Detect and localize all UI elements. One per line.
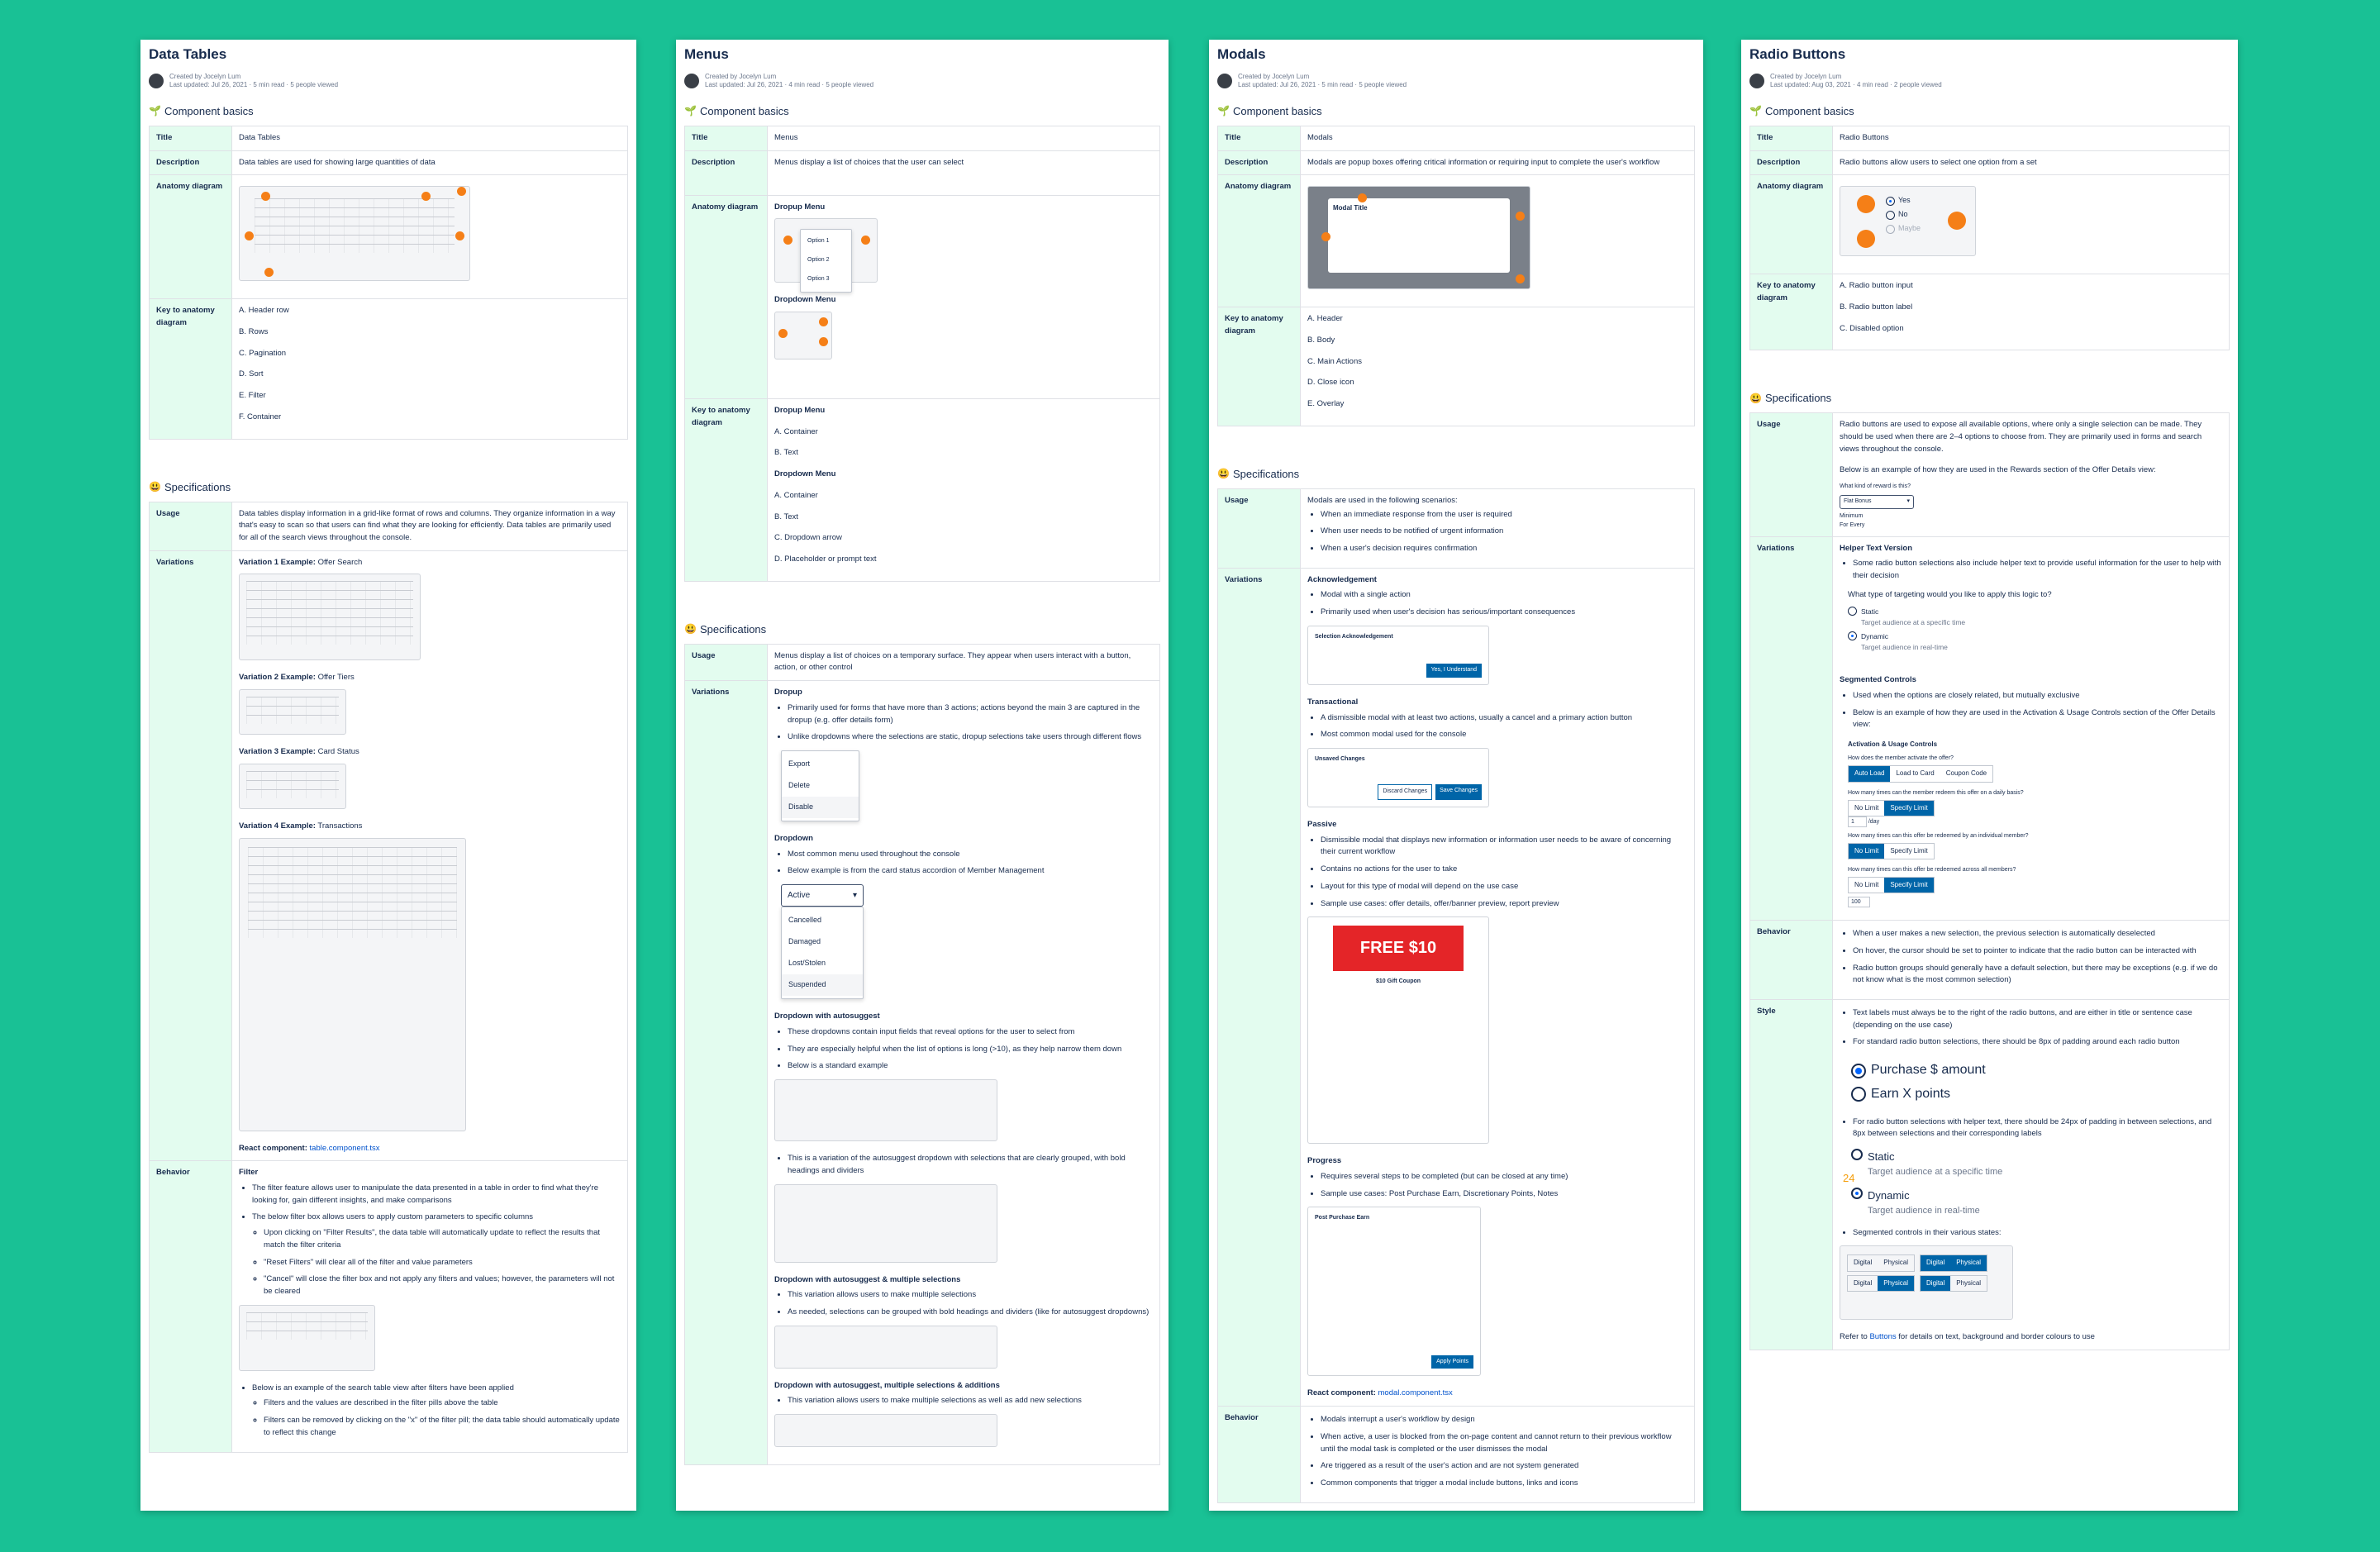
smile-icon: 😃 — [149, 481, 161, 493]
buttons-link[interactable]: Buttons — [1869, 1332, 1896, 1341]
activation-controls: Activation & Usage Controls How does the… — [1848, 740, 2222, 908]
radio-static[interactable] — [1851, 1149, 1863, 1161]
passive-modal-figure: FREE $10 $10 Gift Coupon — [1307, 916, 1489, 1145]
anatomy-diagram — [239, 186, 470, 282]
menu-item[interactable]: Export — [782, 754, 859, 775]
avatar — [1217, 74, 1232, 89]
section-heading: 🌱 Component basics — [1749, 104, 1854, 117]
smile-icon: 😃 — [684, 623, 697, 636]
sprout-icon: 🌱 — [149, 105, 161, 117]
basics-table: Title Data Tables Description Data tables … — [149, 125, 628, 440]
section-heading: 😃 Specifications — [149, 480, 231, 493]
radio-earn[interactable] — [1851, 1087, 1866, 1102]
save-button[interactable]: Save Changes — [1435, 784, 1482, 800]
page-modals: Modals Created by Jocelyn Lum Last update… — [1209, 40, 1703, 1511]
daily-limit-segmented[interactable]: No Limit Specify Limit — [1848, 799, 1935, 816]
dropup-example: Export Delete Disable — [781, 750, 859, 821]
total-limit-segmented[interactable]: No Limit Specify Limit — [1848, 876, 1935, 894]
sprout-icon: 🌱 — [1217, 105, 1230, 117]
radio-dynamic[interactable] — [1851, 1188, 1863, 1200]
sprout-icon: 🌱 — [1749, 105, 1762, 117]
page-title: Data Tables — [149, 46, 227, 62]
radio-anatomy: Yes No Maybe — [1840, 186, 1976, 257]
radio-dynamic[interactable] — [1848, 631, 1857, 640]
specs-table: Usage Radio buttons are used to expose al… — [1749, 412, 2230, 1350]
sprout-icon: 🌱 — [684, 105, 697, 117]
style-helper-radio-group: 24 Static Target audience at a specific t… — [1843, 1149, 2003, 1216]
variation-figure — [239, 574, 421, 661]
discard-button[interactable]: Discard Changes — [1378, 784, 1433, 800]
smile-icon: 😃 — [1749, 392, 1762, 404]
basics-table: Title Radio Buttons Description Radio butt… — [1749, 125, 2230, 351]
radio-purchase[interactable] — [1851, 1063, 1866, 1078]
variation-figure — [239, 763, 346, 809]
multi-figure — [774, 1325, 997, 1369]
menu-item[interactable]: Cancelled — [782, 910, 863, 931]
dropup-anatomy: Option 1 Option 2 Option 3 — [774, 218, 878, 293]
react-component-link[interactable]: modal.component.tsx — [1378, 1388, 1453, 1397]
specs-table: Usage Menus display a list of choices on … — [684, 643, 1160, 1466]
chevron-down-icon: ▾ — [1906, 498, 1910, 505]
ack-modal-figure: Selection Acknowledgement Yes, I Understa… — [1307, 625, 1489, 685]
avatar — [684, 74, 699, 89]
style-radio-group: Purchase $ amount Earn X points — [1851, 1060, 2222, 1105]
autosuggest-figure — [774, 1079, 997, 1142]
basics-table: Title Menus Description Menus display a li… — [684, 125, 1160, 582]
page-meta: Created by Jocelyn Lum Last updated: Jul … — [149, 73, 628, 90]
autosuggest-grouped-figure — [774, 1183, 997, 1263]
page-title: Menus — [684, 46, 729, 62]
reward-select[interactable]: Flat Bonus ▾ — [1840, 495, 1914, 509]
modal-preview: Modal Title — [1328, 198, 1510, 274]
section-heading: 🌱 Component basics — [1217, 104, 1322, 117]
avatar — [149, 74, 164, 89]
promo-banner: FREE $10 — [1333, 926, 1464, 972]
progress-modal-figure: Post Purchase Earn Apply Points — [1307, 1207, 1481, 1377]
page-menus: Menus Created by Jocelyn Lum Last updated… — [676, 40, 1169, 1511]
page-data-tables: Data Tables Created by Jocelyn Lum Last u… — [140, 40, 636, 1511]
menu-item[interactable]: Damaged — [782, 931, 863, 953]
apply-points-button[interactable]: Apply Points — [1431, 1354, 1473, 1369]
menu-item[interactable]: Suspended — [782, 974, 863, 997]
page-meta: Created by Jocelyn Lum Last updated: Jul … — [684, 73, 1160, 90]
helper-radio-group: Static Target audience at a specific time… — [1848, 606, 2222, 654]
page-meta: Created by Jocelyn Lum Last updated: Aug … — [1749, 73, 2230, 90]
daily-limit-input[interactable]: 1 — [1848, 816, 1867, 827]
section-heading: 😃 Specifications — [684, 622, 767, 636]
page-title: Modals — [1217, 46, 1266, 62]
specs-table: Usage Modals are used in the following sc… — [1217, 488, 1695, 1503]
dropdown-example: Active ▾ Cancelled Damaged Lost/Stolen Suspe… — [781, 883, 864, 1000]
variation-figure — [239, 689, 346, 736]
dropdown-anatomy — [774, 311, 832, 359]
activation-segmented[interactable]: Auto Load Load to Card Coupon Code — [1848, 765, 1994, 783]
page-radio-buttons: Radio Buttons Created by Jocelyn Lum Last… — [1741, 40, 2238, 1511]
section-heading: 😃 Specifications — [1217, 467, 1300, 480]
chevron-down-icon: ▾ — [852, 890, 857, 900]
menu-item[interactable]: Lost/Stolen — [782, 953, 863, 974]
modal-anatomy: Modal Title — [1307, 186, 1530, 290]
avatar — [1749, 74, 1764, 89]
react-component-link[interactable]: table.component.tsx — [310, 1144, 380, 1153]
menu-item[interactable]: Disable — [782, 796, 859, 818]
ack-button[interactable]: Yes, I Understand — [1426, 664, 1482, 678]
member-limit-segmented[interactable]: No Limit Specify Limit — [1848, 842, 1935, 859]
variation-figure — [239, 837, 466, 1131]
menu-item[interactable]: Delete — [782, 775, 859, 797]
smile-icon: 😃 — [1217, 468, 1230, 480]
basics-table: Title Modals Description Modals are popup … — [1217, 125, 1695, 426]
total-limit-input[interactable]: 100 — [1848, 897, 1870, 908]
segmented-states-figure: Digital Physical Digital Physical Digital Ph… — [1840, 1245, 2013, 1321]
status-select[interactable]: Active ▾ — [781, 883, 864, 907]
section-heading: 🌱 Component basics — [684, 104, 789, 117]
page-meta: Created by Jocelyn Lum Last updated: Jul … — [1217, 73, 1695, 90]
section-heading: 😃 Specifications — [1749, 392, 1832, 405]
page-title: Radio Buttons — [1749, 46, 1846, 62]
trans-modal-figure: Unsaved Changes Discard Changes Save Chang… — [1307, 748, 1489, 807]
filter-figure — [239, 1304, 375, 1371]
specs-table: Usage Data tables display information in … — [149, 501, 628, 1453]
radio-static[interactable] — [1848, 606, 1857, 616]
section-heading: 🌱 Component basics — [149, 104, 254, 117]
multi-add-figure — [774, 1414, 997, 1448]
